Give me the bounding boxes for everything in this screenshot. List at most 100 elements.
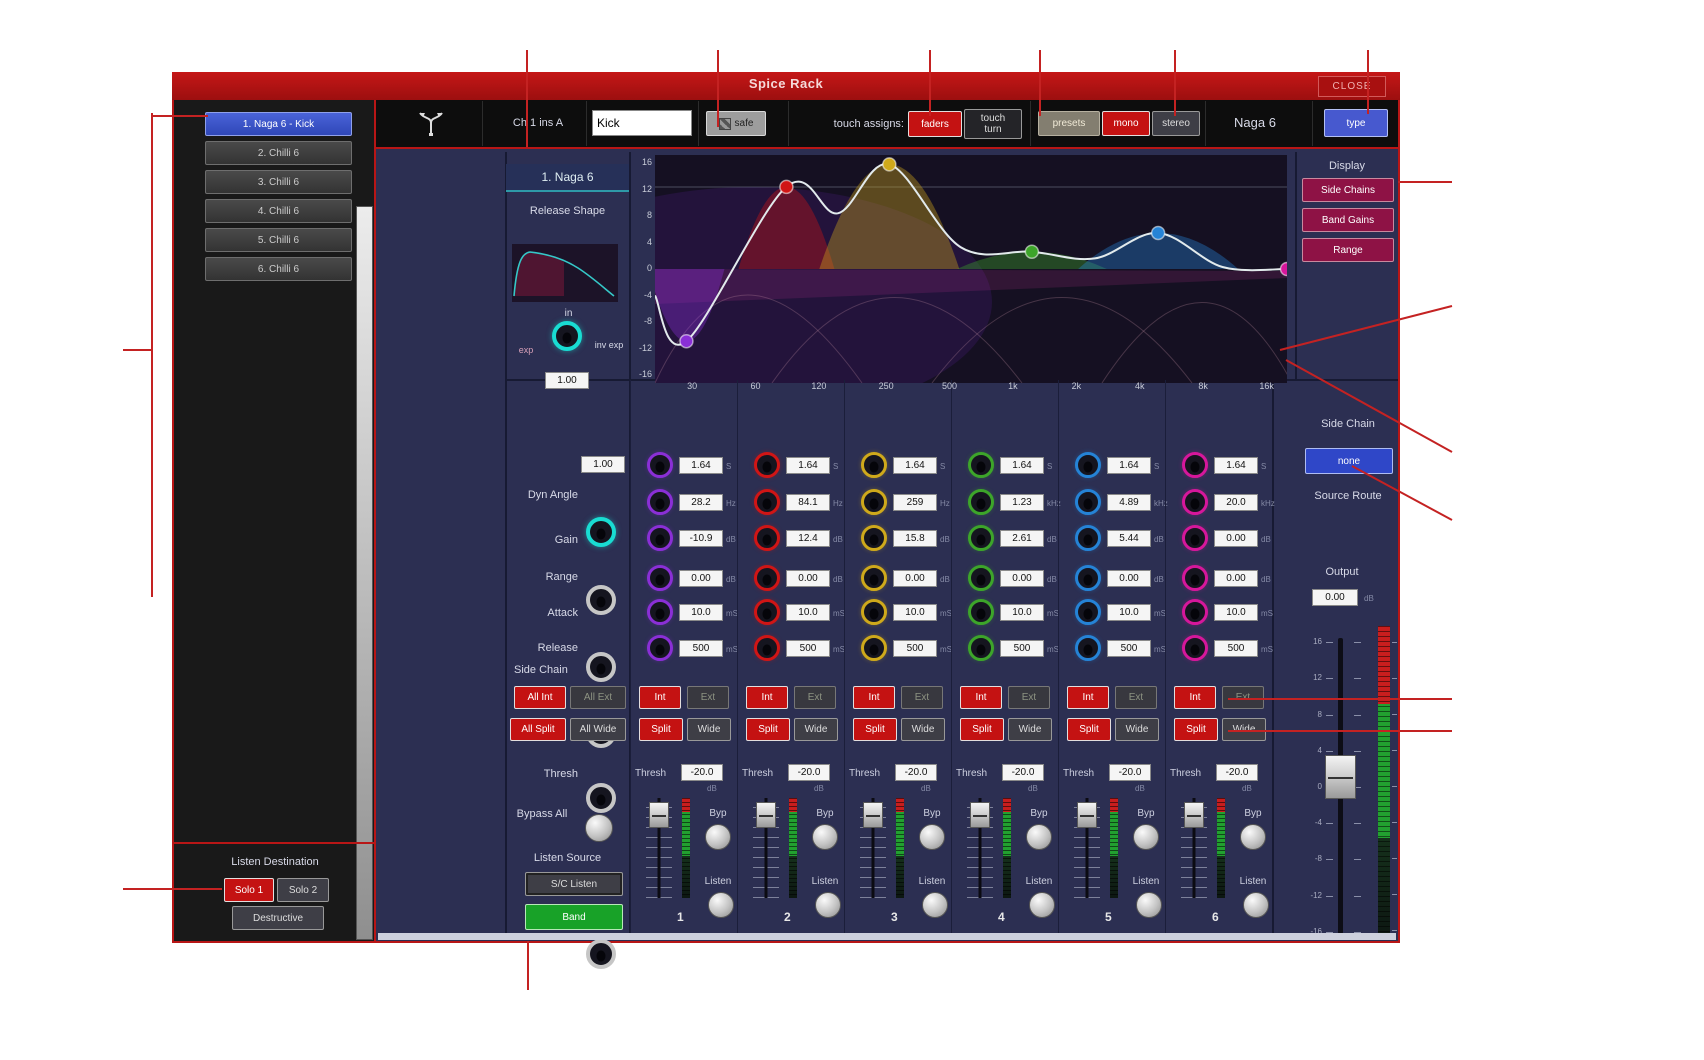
output-value-box[interactable]: 0.00 bbox=[1312, 589, 1358, 606]
band4-int-button[interactable]: Int bbox=[960, 686, 1002, 709]
band6-int-button[interactable]: Int bbox=[1174, 686, 1216, 709]
band6-knob-row3[interactable] bbox=[1182, 525, 1208, 551]
band6-knob-row2[interactable] bbox=[1182, 489, 1208, 515]
band2-thresh-value[interactable]: -20.0 bbox=[788, 764, 830, 781]
eq-node-band-6[interactable] bbox=[1281, 263, 1293, 276]
band3-value-row1[interactable]: 1.64 bbox=[893, 457, 937, 474]
band1-value-row3[interactable]: -10.9 bbox=[679, 530, 723, 547]
band2-value-row5[interactable]: 10.0 bbox=[786, 604, 830, 621]
rack-list-item[interactable]: 3. Chilli 6 bbox=[205, 170, 352, 194]
band2-listen-button[interactable] bbox=[815, 892, 841, 918]
band1-split-button[interactable]: Split bbox=[639, 718, 683, 741]
band4-listen-button[interactable] bbox=[1029, 892, 1055, 918]
band4-value-row5[interactable]: 10.0 bbox=[1000, 604, 1044, 621]
band2-value-row1[interactable]: 1.64 bbox=[786, 457, 830, 474]
master-release-knob[interactable] bbox=[586, 783, 616, 813]
band3-value-row6[interactable]: 500 bbox=[893, 640, 937, 657]
band3-split-button[interactable]: Split bbox=[853, 718, 897, 741]
rack-list-item[interactable]: 1. Naga 6 - Kick bbox=[205, 112, 352, 136]
band6-value-row3[interactable]: 0.00 bbox=[1214, 530, 1258, 547]
band1-ext-button[interactable]: Ext bbox=[687, 686, 729, 709]
band3-fader[interactable] bbox=[860, 798, 886, 898]
safe-button[interactable]: safe bbox=[706, 111, 766, 136]
band3-knob-row5[interactable] bbox=[861, 599, 887, 625]
band1-knob-row6[interactable] bbox=[647, 635, 673, 661]
band2-value-row3[interactable]: 12.4 bbox=[786, 530, 830, 547]
band6-fader[interactable] bbox=[1181, 798, 1207, 898]
sc-route-button[interactable]: none bbox=[1305, 448, 1393, 474]
routing-icon[interactable] bbox=[414, 108, 448, 138]
band4-knob-row4[interactable] bbox=[968, 565, 994, 591]
band6-knob-row5[interactable] bbox=[1182, 599, 1208, 625]
solo2-button[interactable]: Solo 2 bbox=[277, 878, 329, 902]
type-button[interactable]: type bbox=[1324, 109, 1388, 137]
master-thresh-knob[interactable] bbox=[586, 939, 616, 969]
all-int-button[interactable]: All Int bbox=[514, 686, 566, 709]
band3-fader-handle[interactable] bbox=[863, 802, 883, 828]
band5-listen-button[interactable] bbox=[1136, 892, 1162, 918]
band2-value-row6[interactable]: 500 bbox=[786, 640, 830, 657]
band1-value-row1[interactable]: 1.64 bbox=[679, 457, 723, 474]
band3-knob-row2[interactable] bbox=[861, 489, 887, 515]
band5-thresh-value[interactable]: -20.0 bbox=[1109, 764, 1151, 781]
band1-value-row5[interactable]: 10.0 bbox=[679, 604, 723, 621]
display-band-gains-button[interactable]: Band Gains bbox=[1302, 208, 1394, 232]
solo1-button[interactable]: Solo 1 bbox=[224, 878, 274, 902]
sc-listen-button[interactable]: S/C Listen bbox=[525, 872, 623, 896]
band5-fader-handle[interactable] bbox=[1077, 802, 1097, 828]
band5-wide-button[interactable]: Wide bbox=[1115, 718, 1159, 741]
band1-wide-button[interactable]: Wide bbox=[687, 718, 731, 741]
stereo-button[interactable]: stereo bbox=[1152, 111, 1200, 136]
band1-knob-row2[interactable] bbox=[647, 489, 673, 515]
band4-fader-handle[interactable] bbox=[970, 802, 990, 828]
band1-knob-row3[interactable] bbox=[647, 525, 673, 551]
band5-knob-row6[interactable] bbox=[1075, 635, 1101, 661]
band4-knob-row2[interactable] bbox=[968, 489, 994, 515]
band5-int-button[interactable]: Int bbox=[1067, 686, 1109, 709]
band5-fader[interactable] bbox=[1074, 798, 1100, 898]
band3-int-button[interactable]: Int bbox=[853, 686, 895, 709]
display-side-chains-button[interactable]: Side Chains bbox=[1302, 178, 1394, 202]
release-shape-graph[interactable] bbox=[512, 244, 618, 302]
band2-fader[interactable] bbox=[753, 798, 779, 898]
all-ext-button[interactable]: All Ext bbox=[570, 686, 626, 709]
band4-split-button[interactable]: Split bbox=[960, 718, 1004, 741]
presets-button[interactable]: presets bbox=[1038, 111, 1100, 136]
band3-value-row2[interactable]: 259 bbox=[893, 494, 937, 511]
band2-value-row4[interactable]: 0.00 bbox=[786, 570, 830, 587]
band1-byp-button[interactable] bbox=[705, 824, 731, 850]
band6-wide-button[interactable]: Wide bbox=[1222, 718, 1266, 741]
band4-knob-row1[interactable] bbox=[968, 452, 994, 478]
band4-thresh-value[interactable]: -20.0 bbox=[1002, 764, 1044, 781]
all-wide-button[interactable]: All Wide bbox=[570, 718, 626, 741]
band1-value-row4[interactable]: 0.00 bbox=[679, 570, 723, 587]
band3-listen-button[interactable] bbox=[922, 892, 948, 918]
band4-knob-row3[interactable] bbox=[968, 525, 994, 551]
bypass-all-button[interactable] bbox=[585, 814, 613, 842]
band1-fader[interactable] bbox=[646, 798, 672, 898]
band5-value-row4[interactable]: 0.00 bbox=[1107, 570, 1151, 587]
band4-knob-row5[interactable] bbox=[968, 599, 994, 625]
band5-split-button[interactable]: Split bbox=[1067, 718, 1111, 741]
band3-value-row4[interactable]: 0.00 bbox=[893, 570, 937, 587]
band2-fader-handle[interactable] bbox=[756, 802, 776, 828]
release-shape-knob[interactable] bbox=[552, 321, 582, 351]
mono-button[interactable]: mono bbox=[1102, 111, 1150, 136]
dyn-angle-knob[interactable] bbox=[586, 517, 616, 547]
touch-turn-button[interactable]: touchturn bbox=[964, 109, 1022, 139]
band3-byp-button[interactable] bbox=[919, 824, 945, 850]
band2-split-button[interactable]: Split bbox=[746, 718, 790, 741]
band1-knob-row5[interactable] bbox=[647, 599, 673, 625]
band5-knob-row5[interactable] bbox=[1075, 599, 1101, 625]
band6-fader-handle[interactable] bbox=[1184, 802, 1204, 828]
band1-value-row6[interactable]: 500 bbox=[679, 640, 723, 657]
channel-name-input[interactable] bbox=[592, 110, 692, 136]
band4-fader[interactable] bbox=[967, 798, 993, 898]
band1-fader-handle[interactable] bbox=[649, 802, 669, 828]
band6-value-row5[interactable]: 10.0 bbox=[1214, 604, 1258, 621]
faders-button[interactable]: faders bbox=[908, 111, 962, 137]
all-split-button[interactable]: All Split bbox=[510, 718, 566, 741]
band5-ext-button[interactable]: Ext bbox=[1115, 686, 1157, 709]
band4-byp-button[interactable] bbox=[1026, 824, 1052, 850]
rack-list-item[interactable]: 6. Chilli 6 bbox=[205, 257, 352, 281]
